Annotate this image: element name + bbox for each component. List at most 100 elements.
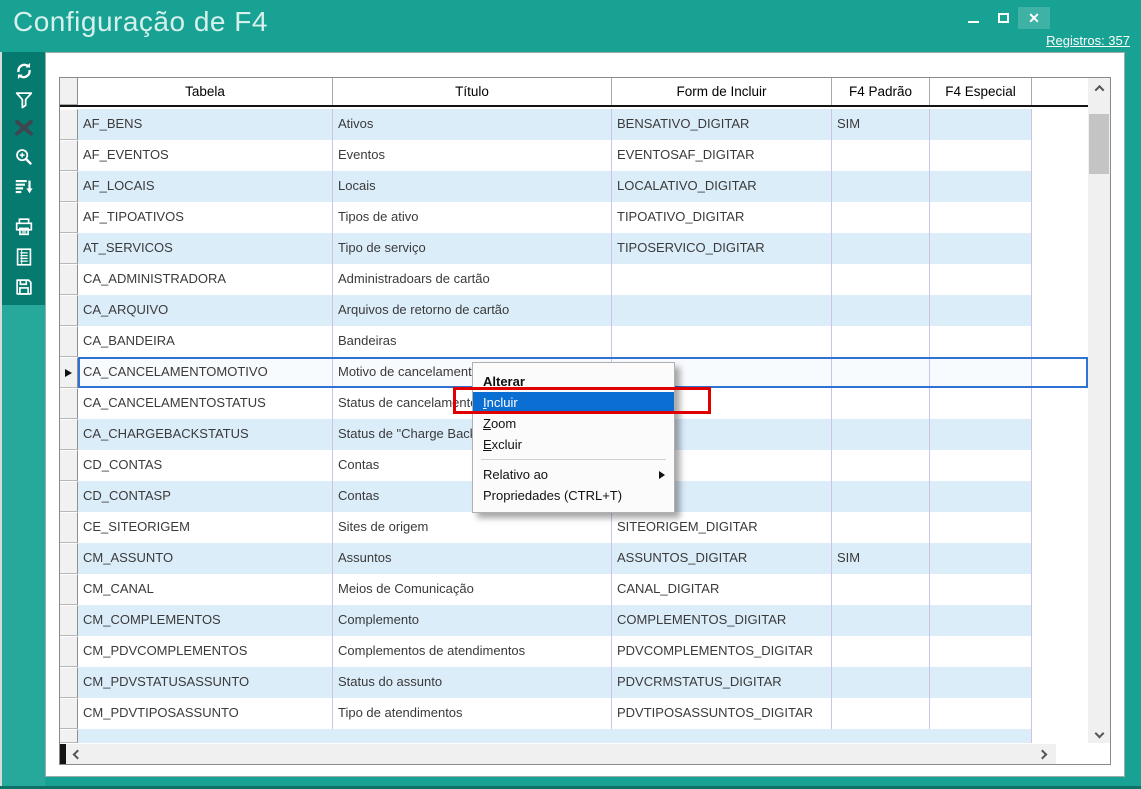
column-header-f4-especial[interactable]: F4 Especial [930, 78, 1032, 105]
cell-tabela: CM_COMPLEMENTOS [78, 605, 333, 636]
filter-button[interactable] [2, 87, 45, 113]
cell-f4-padrao [832, 605, 930, 636]
table-row[interactable]: AF_LOCAISLocaisLOCALATIVO_DIGITAR [60, 171, 1088, 202]
table-row[interactable]: CM_PDVTIPOSASSUNTOTipo de atendimentosPD… [60, 698, 1088, 729]
table-row[interactable]: CA_BANDEIRABandeiras [60, 326, 1088, 357]
column-header-form-de-incluir[interactable]: Form de Incluir [612, 78, 832, 105]
cell-tabela: CM_CANAL [78, 574, 333, 605]
horizontal-scroll-thumb[interactable] [60, 744, 66, 764]
sort-button[interactable] [2, 174, 45, 200]
cell-f4-especial [930, 109, 1032, 140]
cell-f4-padrao [832, 171, 930, 202]
table-row[interactable]: CM_PDVCOMPLEMENTOSComplementos de atendi… [60, 636, 1088, 667]
clear-filter-button[interactable] [2, 115, 45, 141]
row-indicator [60, 481, 78, 512]
vertical-scrollbar[interactable] [1088, 78, 1110, 743]
table-row[interactable]: AF_TIPOATIVOSTipos de ativoTIPOATIVO_DIG… [60, 202, 1088, 233]
current-row-marker [65, 369, 72, 377]
table-row[interactable]: AF_BENSAtivosBENSATIVO_DIGITARSIM [60, 109, 1088, 140]
table-row[interactable]: CA_ARQUIVOArquivos de retorno de cartão [60, 295, 1088, 326]
menu-item-relativo-ao[interactable]: Relativo ao [473, 464, 674, 485]
page-title: Configuração de F4 [13, 6, 268, 38]
table-row[interactable]: CA_ADMINISTRADORAAdministradoars de cart… [60, 264, 1088, 295]
cell-f4-especial [930, 481, 1032, 512]
cell-f4-especial [930, 543, 1032, 574]
maximize-button[interactable] [988, 7, 1018, 29]
partial-row [60, 729, 1088, 743]
menu-item-zoom[interactable]: Zoom [473, 413, 674, 434]
table-row[interactable]: AF_EVENTOSEventosEVENTOSAF_DIGITAR [60, 140, 1088, 171]
row-indicator [60, 171, 78, 202]
report-button[interactable] [2, 244, 45, 270]
cell-f4-especial [930, 326, 1032, 357]
cell-tabela: CA_CANCELAMENTOMOTIVO [78, 357, 333, 388]
menu-item-alterar[interactable]: Alterar [473, 371, 674, 392]
cell-tabela: AF_LOCAIS [78, 171, 333, 202]
partial-row-band [78, 729, 1032, 743]
table-row[interactable]: CM_PDVSTATUSASSUNTOStatus do assuntoPDVC… [60, 667, 1088, 698]
menu-item-propriedades-ctrl-t[interactable]: Propriedades (CTRL+T) [473, 485, 674, 506]
cell-f4-especial [930, 171, 1032, 202]
registros-link[interactable]: Registros: 357 [1046, 33, 1130, 48]
refresh-button[interactable] [2, 58, 45, 84]
cell-tabela: CA_ADMINISTRADORA [78, 264, 333, 295]
column-header-f4-padrao[interactable]: F4 Padrão [832, 78, 930, 105]
partial-row-filler [1032, 729, 1088, 743]
menu-item-incluir[interactable]: Incluir [473, 392, 674, 413]
row-filler [1032, 264, 1088, 295]
cell-tabela: CM_PDVTIPOSASSUNTO [78, 698, 333, 729]
table-row[interactable]: CE_SITEORIGEMSites de origemSITEORIGEM_D… [60, 512, 1088, 543]
table-row[interactable]: AT_SERVICOSTipo de serviçoTIPOSERVICO_DI… [60, 233, 1088, 264]
zoom-button[interactable] [2, 144, 45, 170]
cell-titulo: Ativos [333, 109, 612, 140]
row-indicator [60, 388, 78, 419]
cell-titulo: Arquivos de retorno de cartão [333, 295, 612, 326]
cell-titulo: Eventos [333, 140, 612, 171]
scroll-right-button[interactable] [1032, 744, 1052, 764]
minimize-button[interactable] [958, 7, 988, 29]
row-filler [1032, 419, 1088, 450]
row-filler [1032, 357, 1088, 388]
cell-titulo: Tipo de atendimentos [333, 698, 612, 729]
chevron-up-icon [1094, 84, 1104, 94]
cell-form [612, 295, 832, 326]
scroll-down-button[interactable] [1088, 723, 1110, 743]
row-indicator [60, 264, 78, 295]
save-button[interactable] [2, 274, 45, 300]
cell-f4-padrao [832, 667, 930, 698]
sort-icon [13, 176, 35, 198]
menu-item-excluir[interactable]: Excluir [473, 434, 674, 455]
row-filler [1032, 667, 1088, 698]
cell-f4-especial [930, 667, 1032, 698]
cell-form [612, 264, 832, 295]
chevron-right-icon [1037, 749, 1047, 759]
row-indicator [60, 698, 78, 729]
scroll-up-button[interactable] [1088, 78, 1110, 98]
table-row[interactable]: CM_COMPLEMENTOSComplementoCOMPLEMENTOS_D… [60, 605, 1088, 636]
cell-f4-padrao [832, 698, 930, 729]
print-button[interactable] [2, 214, 45, 240]
row-filler [1032, 543, 1088, 574]
cell-tabela: CA_ARQUIVO [78, 295, 333, 326]
menu-separator [481, 459, 666, 460]
row-indicator [60, 543, 78, 574]
cell-form: EVENTOSAF_DIGITAR [612, 140, 832, 171]
row-indicator [60, 512, 78, 543]
cell-f4-especial [930, 233, 1032, 264]
scroll-left-button[interactable] [67, 744, 87, 764]
column-header-titulo[interactable]: Título [333, 78, 612, 105]
cell-f4-padrao [832, 512, 930, 543]
context-menu: AlterarIncluirZoomExcluir Relativo aoProp… [472, 362, 675, 513]
column-header-tabela[interactable]: Tabela [78, 78, 333, 105]
cell-titulo: Assuntos [333, 543, 612, 574]
horizontal-scrollbar[interactable] [60, 744, 1056, 764]
close-button[interactable]: ✕ [1018, 7, 1050, 29]
cell-f4-padrao: SIM [832, 109, 930, 140]
table-row[interactable]: CM_ASSUNTOAssuntosASSUNTOS_DIGITARSIM [60, 543, 1088, 574]
table-row[interactable]: CM_CANALMeios de ComunicaçãoCANAL_DIGITA… [60, 574, 1088, 605]
vertical-scroll-thumb[interactable] [1089, 114, 1109, 174]
cell-f4-padrao [832, 419, 930, 450]
row-indicator [60, 419, 78, 450]
submenu-arrow-icon [659, 471, 665, 479]
cell-tabela: AF_EVENTOS [78, 140, 333, 171]
